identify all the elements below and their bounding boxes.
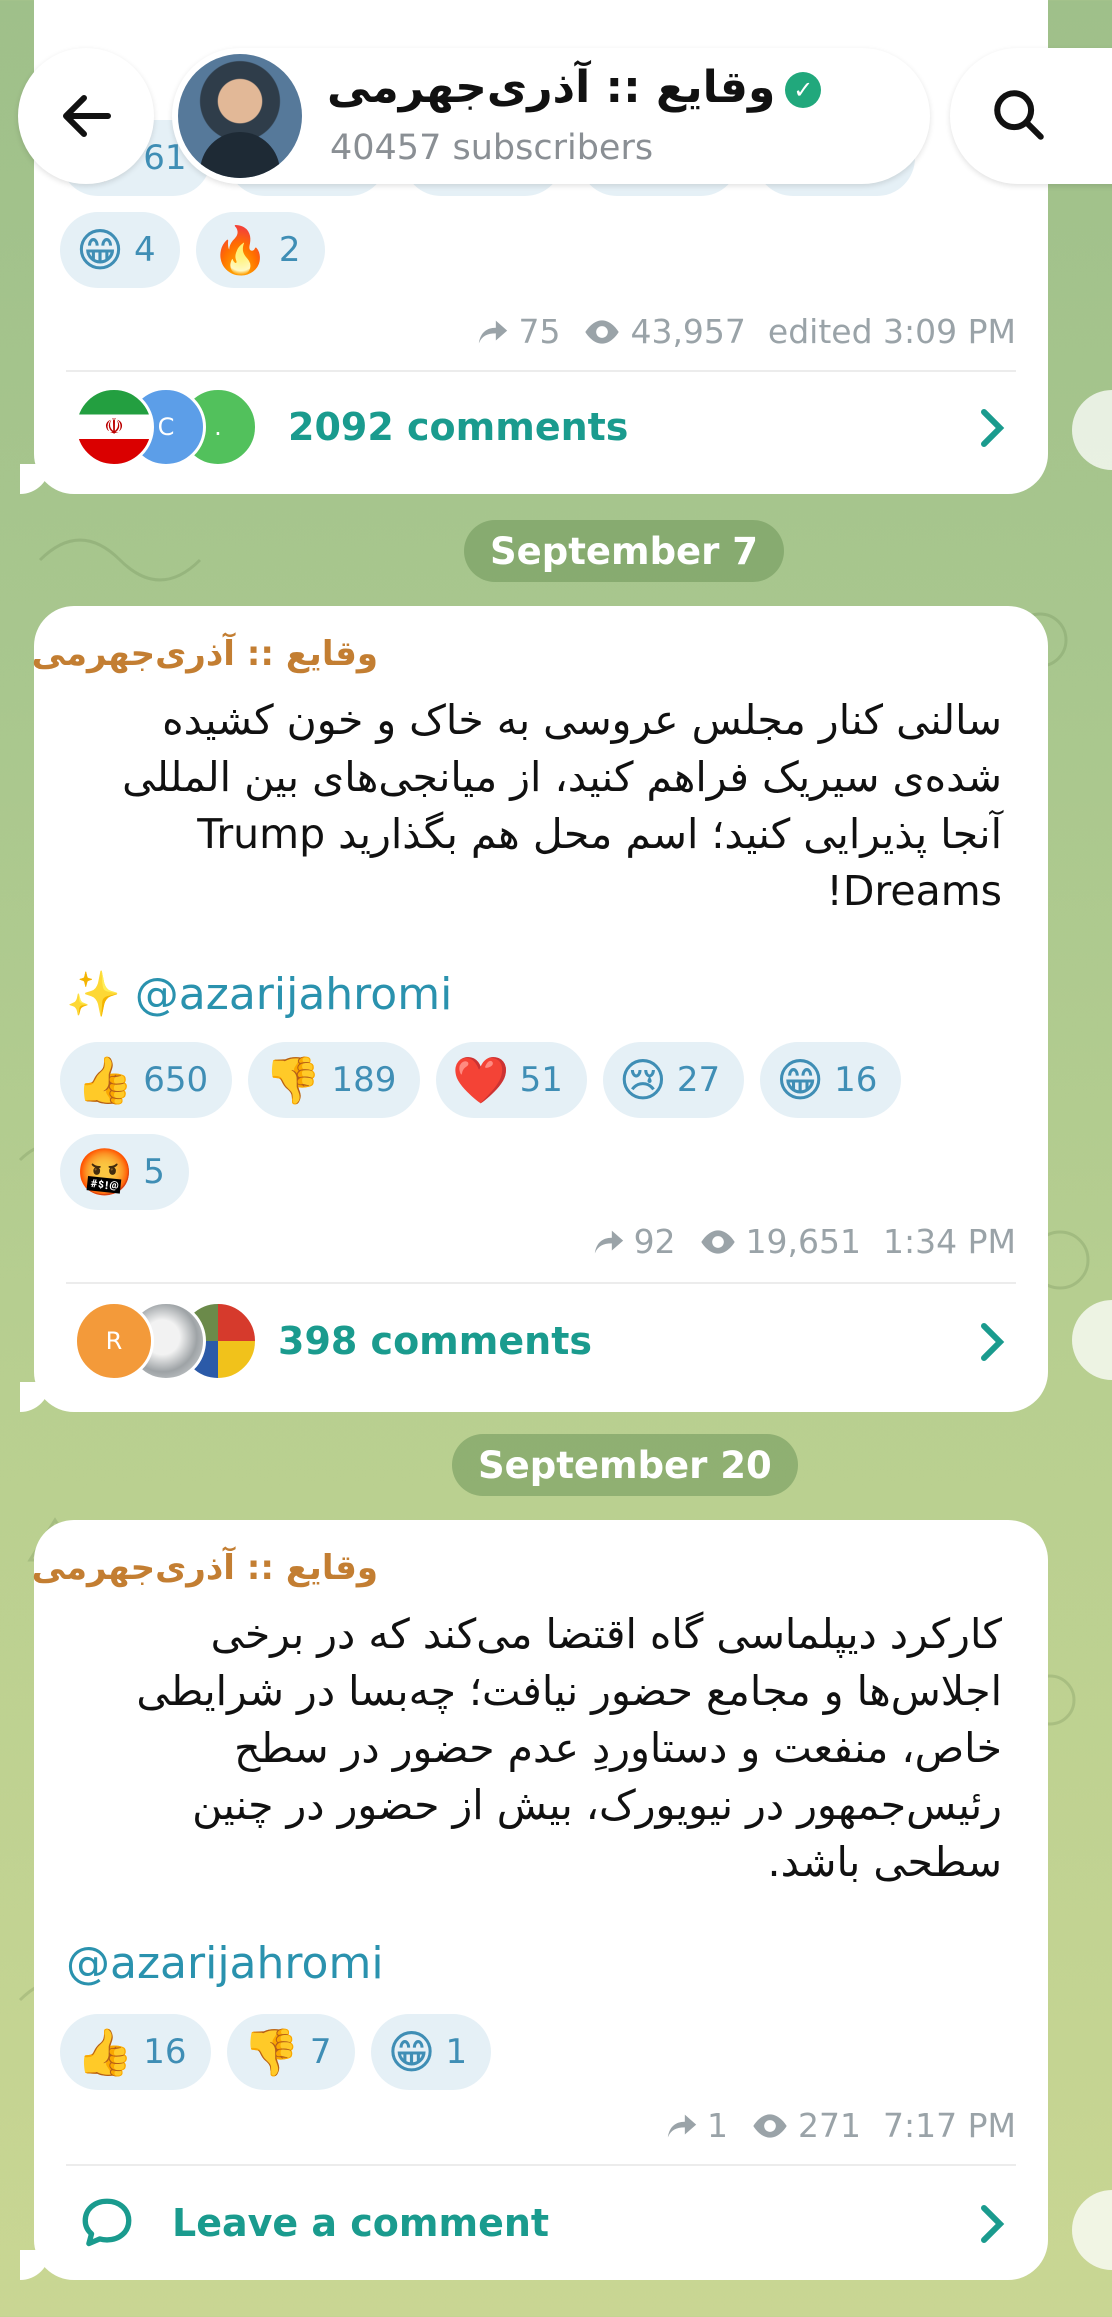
search-icon (994, 90, 1044, 140)
channel-avatar (178, 54, 302, 178)
grin-icon: 😁 (76, 223, 124, 277)
forward-count: 75 (518, 312, 561, 351)
chevron-right-icon (981, 1323, 1005, 1361)
commenter-avatars: R (74, 1301, 258, 1381)
reaction-count: 16 (143, 2032, 187, 2072)
reaction-count: 650 (143, 1060, 209, 1100)
thumbs-down-icon: 👎 (242, 2025, 300, 2079)
comment-bubble-icon (82, 2198, 132, 2247)
message-time: 7:17 PM (883, 2106, 1016, 2145)
reaction-count: 7 (309, 2032, 332, 2072)
forward-icon (594, 1230, 623, 1253)
reaction-heart[interactable]: ❤️ 51 (436, 1042, 587, 1118)
reaction-thumbs-up[interactable]: 👍 650 (60, 1042, 233, 1118)
reaction-count: 51 (519, 1060, 563, 1100)
grin-icon: 😁 (387, 2025, 436, 2079)
grin-icon: 😁 (776, 1053, 825, 1107)
chevron-right-icon (981, 2205, 1005, 2243)
leave-comment-label: Leave a comment (172, 2201, 550, 2245)
reaction-thumbs-up[interactable]: 👍 16 (60, 2014, 211, 2090)
message-author: وقایع :: آذری‌جهرمی (31, 634, 378, 674)
message-meta: 1 271 7:17 PM (665, 2106, 1016, 2145)
channel-header[interactable]: ✓وقایع :: آذری‌جهرمی 40457 subscribers (172, 48, 930, 184)
chevron-right-icon (981, 409, 1005, 447)
fire-icon: 🔥 (211, 223, 269, 277)
reaction-grin[interactable]: 😁 4 (60, 212, 180, 288)
reaction-count: 5 (143, 1152, 165, 1192)
cursing-face-icon: 🤬 (76, 1145, 134, 1199)
verified-icon: ✓ (785, 72, 822, 108)
reaction-thumbs-down[interactable]: 👎 189 (248, 1042, 421, 1118)
bubble-tail (20, 1382, 50, 1412)
reaction-grin[interactable]: 😁 16 (760, 1042, 902, 1118)
message-meta: 75 43,957 edited 3:09 PM (476, 312, 1016, 351)
date-separator: September 7 (464, 520, 785, 582)
reaction-count: 2 (278, 230, 301, 270)
commenter-avatar-flag: ☫ (74, 387, 154, 467)
message-bubble-3: وقایع :: آذری‌جهرمی کارکرد دیپلماسی گاه … (20, 1520, 1048, 2280)
leave-comment-button[interactable]: Leave a comment (34, 2168, 1048, 2278)
reactions-row: 👍 16 👎 7 😁 1 (60, 2014, 1000, 2090)
reaction-count: 27 (676, 1060, 721, 1100)
commenter-avatars: ☫ C . (74, 387, 258, 467)
reaction-count: 189 (331, 1060, 397, 1100)
views-icon (585, 319, 620, 344)
views-count: 19,651 (745, 1222, 862, 1261)
message-text: کارکرد دیپلماسی گاه اقتضا می‌کند که در ب… (136, 1610, 1002, 1886)
date-separator: September 20 (452, 1434, 798, 1496)
forward-count: 1 (707, 2106, 729, 2145)
channel-handle-link[interactable]: @azarijahromi (66, 1938, 384, 1989)
forward-icon (667, 2114, 697, 2137)
reaction-cry[interactable]: 😢 27 (602, 1042, 745, 1118)
views-count: 271 (798, 2106, 862, 2145)
subscriber-count: 40457 subscribers (330, 128, 654, 168)
views-icon (753, 2113, 787, 2138)
arrow-left-icon (63, 95, 111, 137)
message-time: 1:34 PM (883, 1222, 1016, 1261)
thumbs-down-icon: 👎 (264, 1053, 322, 1107)
thumbs-up-icon: 👍 (76, 2025, 134, 2079)
divider (66, 2164, 1016, 2166)
reaction-count: 16 (834, 1060, 878, 1100)
reaction-fire[interactable]: 🔥 2 (195, 212, 325, 288)
share-button-2[interactable] (1072, 1300, 1112, 1380)
message-text: سالنی کنار مجلس عروسی به خاک و خون کشیده… (122, 696, 1002, 915)
commenter-avatar: R (74, 1301, 154, 1381)
divider (66, 1282, 1016, 1284)
search-button[interactable] (950, 48, 1112, 184)
crying-face-icon: 😢 (618, 1053, 667, 1107)
comments-count: 398 comments (278, 1319, 592, 1363)
views-icon (700, 1229, 735, 1254)
reaction-grin[interactable]: 😁 1 (371, 2014, 492, 2090)
reactions-row: 😁 4 🔥 2 (60, 212, 1000, 288)
comments-button[interactable]: ☫ C . 2092 comments (34, 372, 1048, 482)
message-bubble-2: وقایع :: آذری‌جهرمی سالنی کنار مجلس عروس… (20, 606, 1048, 1412)
heart-icon: ❤️ (452, 1053, 510, 1107)
comments-button[interactable]: R 398 comments (34, 1286, 1048, 1396)
reaction-count: 1 (445, 2032, 468, 2072)
message-author: وقایع :: آذری‌جهرمی (31, 1548, 378, 1588)
message-time: edited 3:09 PM (767, 312, 1016, 351)
reaction-count: 4 (133, 230, 156, 270)
forward-count: 92 (633, 1222, 676, 1261)
share-button-1[interactable] (1072, 390, 1112, 470)
views-count: 43,957 (630, 312, 746, 351)
bubble-tail (20, 464, 50, 494)
share-button-3[interactable] (1072, 2190, 1112, 2270)
forward-icon (479, 320, 508, 343)
back-button[interactable] (18, 48, 154, 184)
message-meta: 92 19,651 1:34 PM (592, 1222, 1016, 1261)
channel-title: ✓وقایع :: آذری‌جهرمی (327, 62, 822, 113)
channel-handle-link[interactable]: ✨ @azarijahromi (66, 968, 452, 1020)
comments-count: 2092 comments (288, 405, 629, 449)
reactions-row: 👍 650 👎 189 ❤️ 51 😢 27 😁 16 🤬 5 (60, 1042, 1000, 1210)
reaction-angry[interactable]: 🤬 5 (60, 1134, 189, 1210)
reaction-thumbs-down[interactable]: 👎 7 (226, 2014, 356, 2090)
thumbs-up-icon: 👍 (76, 1053, 134, 1107)
